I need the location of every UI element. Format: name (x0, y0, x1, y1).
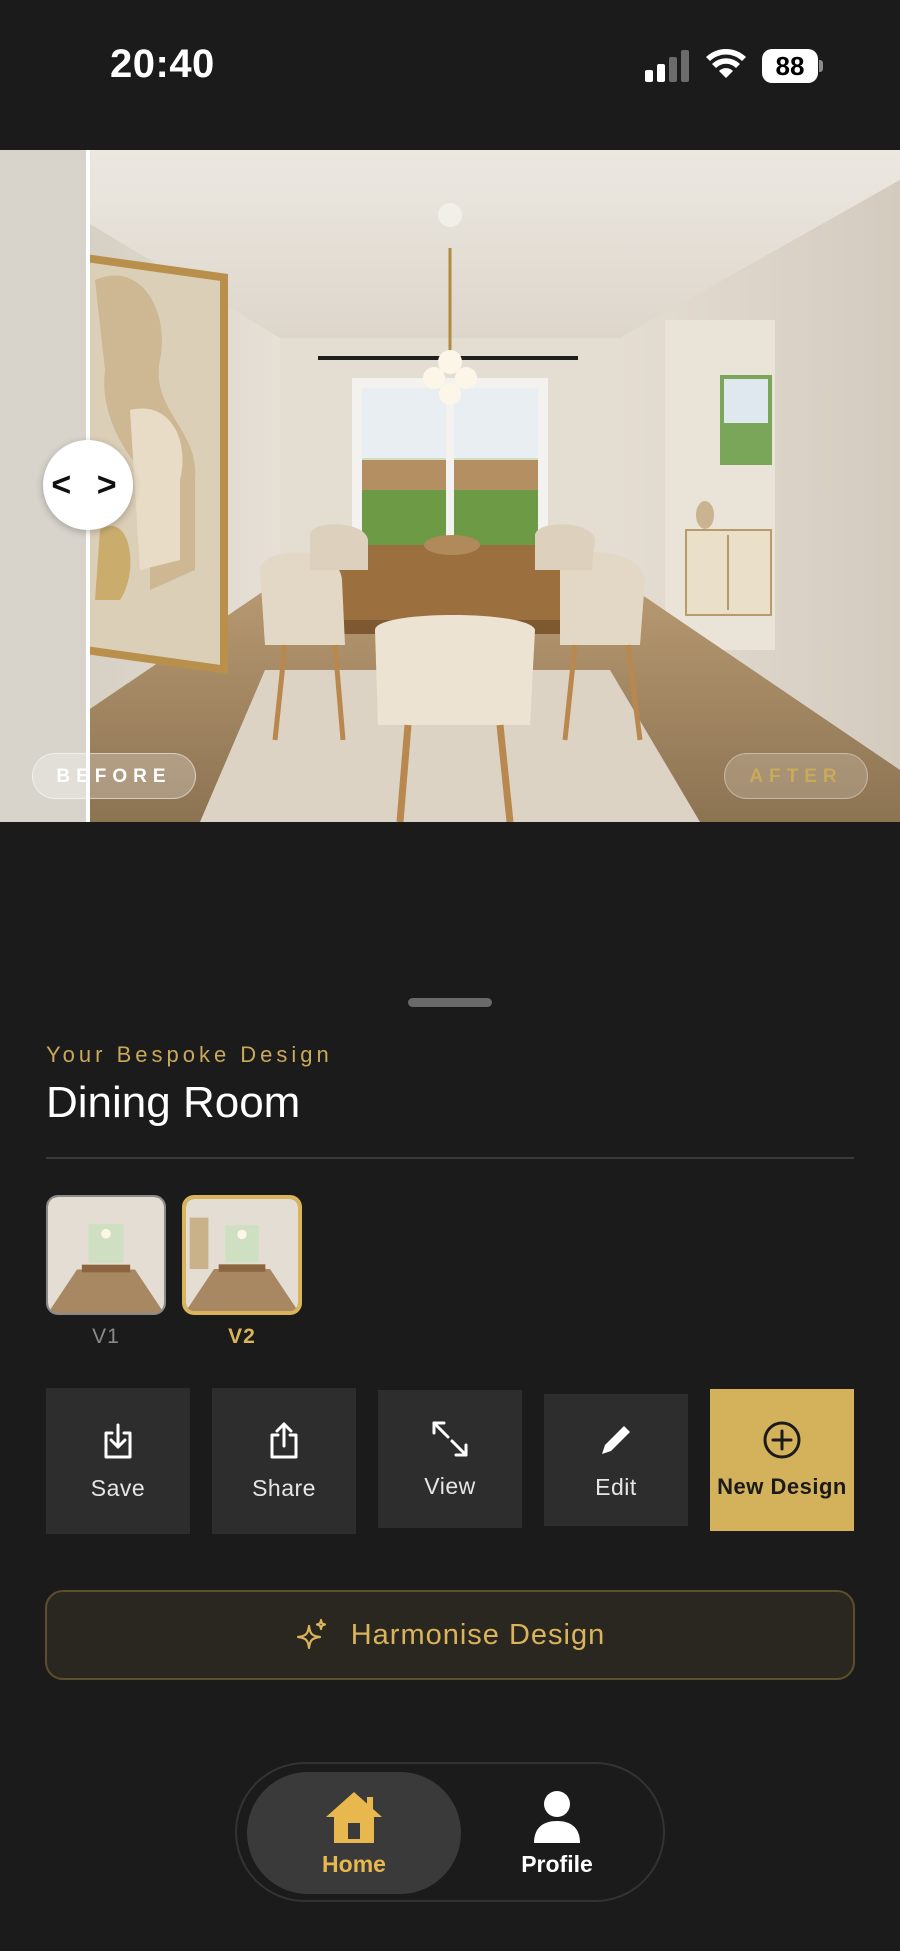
version-label-v2: V2 (228, 1325, 256, 1348)
sparkle-icon (296, 1618, 326, 1650)
share-label: Share (252, 1474, 316, 1501)
battery-level: 88 (762, 49, 818, 83)
harmonise-design-button[interactable]: Harmonise Design (45, 1590, 855, 1680)
nav-item-profile[interactable]: Profile (467, 1772, 647, 1894)
version-preview-image (48, 1197, 164, 1313)
download-icon (104, 1423, 132, 1458)
profile-icon (534, 1790, 580, 1843)
pencil-icon (602, 1425, 630, 1454)
design-subtitle: Your Bespoke Design (46, 1042, 333, 1067)
new-design-label: New Design (717, 1474, 847, 1499)
share-button[interactable]: Share (212, 1388, 356, 1534)
page-title: Dining Room (46, 1078, 301, 1127)
wifi-icon (706, 49, 746, 78)
after-label: AFTER (724, 753, 868, 799)
divider (46, 1157, 854, 1159)
version-preview-image (186, 1199, 298, 1311)
view-label: View (424, 1472, 476, 1499)
nav-home-label: Home (322, 1850, 386, 1877)
bottom-nav: Home Profile (235, 1762, 665, 1902)
status-time: 20:40 (110, 42, 215, 86)
share-icon (270, 1422, 298, 1458)
nav-item-home[interactable]: Home (247, 1772, 461, 1894)
sheet-grabber[interactable] (408, 998, 492, 1007)
before-after-comparison[interactable]: < > BEFORE AFTER (0, 150, 900, 822)
view-button[interactable]: View (378, 1390, 522, 1528)
version-thumbnail-v2[interactable] (182, 1195, 302, 1315)
version-thumbnail-v1[interactable] (46, 1195, 166, 1315)
cellular-signal-icon (645, 50, 689, 82)
battery-icon: 88 (762, 49, 823, 83)
version-label-v1: V1 (92, 1325, 120, 1348)
comparison-slider-handle[interactable]: < > (43, 440, 133, 530)
dining-room-image (0, 150, 900, 822)
save-label: Save (90, 1474, 146, 1501)
harmonise-label: Harmonise Design (350, 1618, 606, 1651)
expand-icon (432, 1421, 468, 1456)
status-bar: 20:40 88 (0, 0, 900, 150)
before-label: BEFORE (32, 753, 196, 799)
home-icon (326, 1791, 382, 1843)
new-design-button[interactable]: New Design (710, 1389, 854, 1531)
save-button[interactable]: Save (46, 1388, 190, 1534)
plus-circle-icon (763, 1421, 801, 1459)
edit-label: Edit (595, 1473, 637, 1500)
chevrons-left-right-icon: < > (51, 465, 125, 504)
nav-profile-label: Profile (521, 1850, 593, 1877)
edit-button[interactable]: Edit (544, 1394, 688, 1526)
